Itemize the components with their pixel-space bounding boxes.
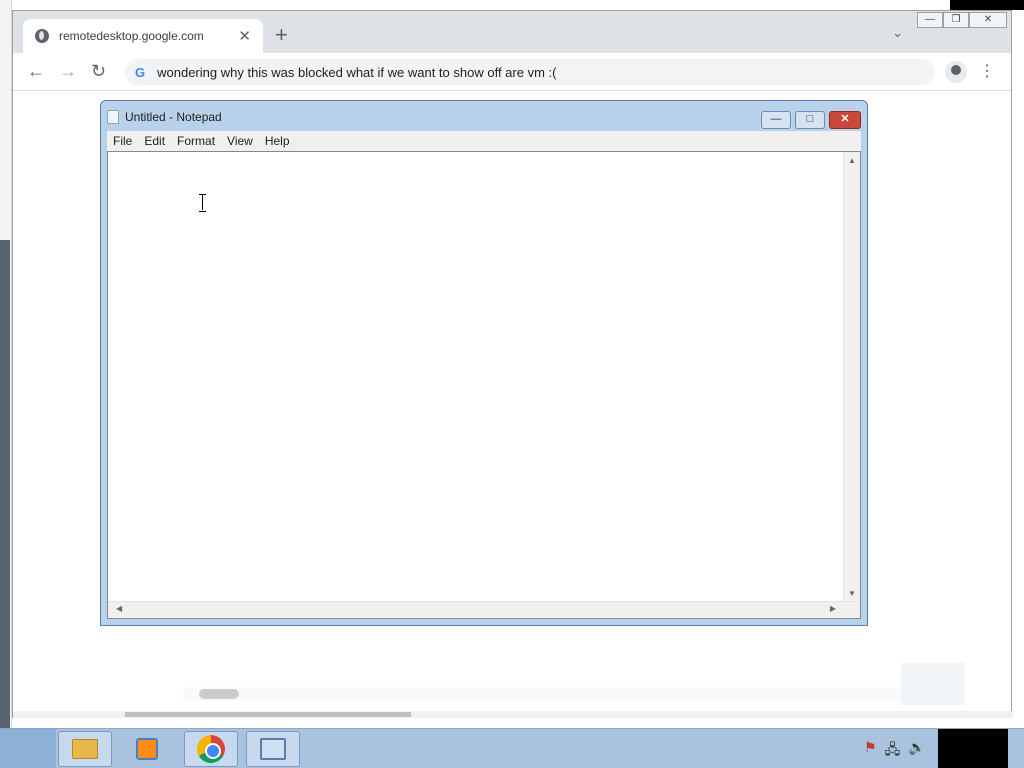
notepad-title: Untitled - Notepad: [125, 110, 222, 124]
google-icon: G: [135, 64, 146, 80]
notepad-minimize-button[interactable]: —: [761, 111, 791, 129]
text-cursor-icon: [198, 194, 207, 212]
network-icon[interactable]: 🖧: [885, 739, 901, 763]
taskbar-chrome-button[interactable]: [184, 731, 238, 767]
tab-search-button[interactable]: ⌄: [892, 25, 903, 41]
notepad-titlebar[interactable]: Untitled - Notepad: [107, 107, 222, 127]
clock-area: [938, 729, 1008, 768]
menu-edit[interactable]: Edit: [138, 134, 171, 148]
desktop-left-dark: [0, 240, 10, 728]
system-tray: ⚑ 🖧 🔊: [864, 739, 926, 763]
notepad-text-area[interactable]: ▲ ▼ ◀ ▶: [107, 151, 861, 619]
scroll-right-icon[interactable]: ▶: [830, 604, 836, 613]
scroll-down-icon[interactable]: ▼: [848, 589, 856, 598]
close-button[interactable]: ✕: [969, 12, 1007, 28]
menu-view[interactable]: View: [221, 134, 259, 148]
menu-help[interactable]: Help: [259, 134, 296, 148]
media-player-icon: [136, 738, 158, 760]
tab-title: remotedesktop.google.com: [59, 29, 204, 43]
taskbar-media-button[interactable]: [120, 731, 174, 767]
forward-button[interactable]: →: [59, 61, 77, 81]
page-image: [199, 689, 239, 699]
browser-menu-button[interactable]: ⋮: [979, 61, 995, 81]
globe-icon: [35, 29, 49, 43]
tab-close-button[interactable]: ✕: [238, 27, 251, 45]
notepad-window: Untitled - Notepad — □ ✕ File Edit Forma…: [100, 100, 868, 626]
scrollbar-thumb[interactable]: [125, 712, 411, 717]
page-content-hint: [183, 687, 903, 701]
tab-strip: remotedesktop.google.com ✕ + ⌄ — ❐ ✕: [13, 11, 1011, 53]
scroll-left-icon[interactable]: ◀: [116, 604, 122, 613]
notepad-horizontal-scrollbar[interactable]: ◀ ▶: [108, 601, 860, 618]
page-grey-box: [901, 663, 965, 705]
volume-icon[interactable]: 🔊: [908, 739, 925, 763]
chrome-icon: [197, 735, 225, 763]
desktop-top-strip: [0, 0, 1024, 10]
address-bar[interactable]: G wondering why this was blocked what if…: [125, 59, 935, 85]
scroll-up-icon[interactable]: ▲: [848, 156, 856, 165]
taskbar-explorer-button[interactable]: [58, 731, 112, 767]
browser-tab[interactable]: remotedesktop.google.com ✕: [23, 19, 263, 53]
address-bar-text[interactable]: wondering why this was blocked what if w…: [157, 65, 556, 80]
notepad-maximize-button[interactable]: □: [795, 111, 825, 129]
notepad-vertical-scrollbar[interactable]: ▲ ▼: [843, 152, 860, 602]
notepad-menubar: File Edit Format View Help: [107, 131, 861, 151]
notepad-close-button[interactable]: ✕: [829, 111, 861, 129]
notepad-icon: [107, 110, 119, 124]
menu-file[interactable]: File: [107, 134, 138, 148]
profile-avatar[interactable]: [945, 61, 967, 83]
folder-icon: [72, 739, 98, 759]
back-button[interactable]: ←: [27, 61, 45, 81]
remote-desktop-icon: [260, 738, 286, 760]
taskbar: ⚑ 🖧 🔊: [0, 728, 1024, 768]
browser-toolbar: ← → ↻ G wondering why this was blocked w…: [13, 53, 1011, 91]
minimize-button[interactable]: —: [917, 12, 943, 28]
desktop-black-region: [950, 0, 1024, 10]
taskbar-remote-desktop-button[interactable]: [246, 731, 300, 767]
new-tab-button[interactable]: +: [275, 23, 288, 47]
start-area[interactable]: [0, 729, 56, 768]
show-desktop-button[interactable]: [1008, 729, 1024, 768]
menu-format[interactable]: Format: [171, 134, 221, 148]
horizontal-scrollbar[interactable]: [13, 711, 1013, 718]
flag-icon[interactable]: ⚑: [864, 739, 877, 763]
restore-button[interactable]: ❐: [943, 12, 969, 28]
reload-button[interactable]: ↻: [91, 61, 106, 81]
